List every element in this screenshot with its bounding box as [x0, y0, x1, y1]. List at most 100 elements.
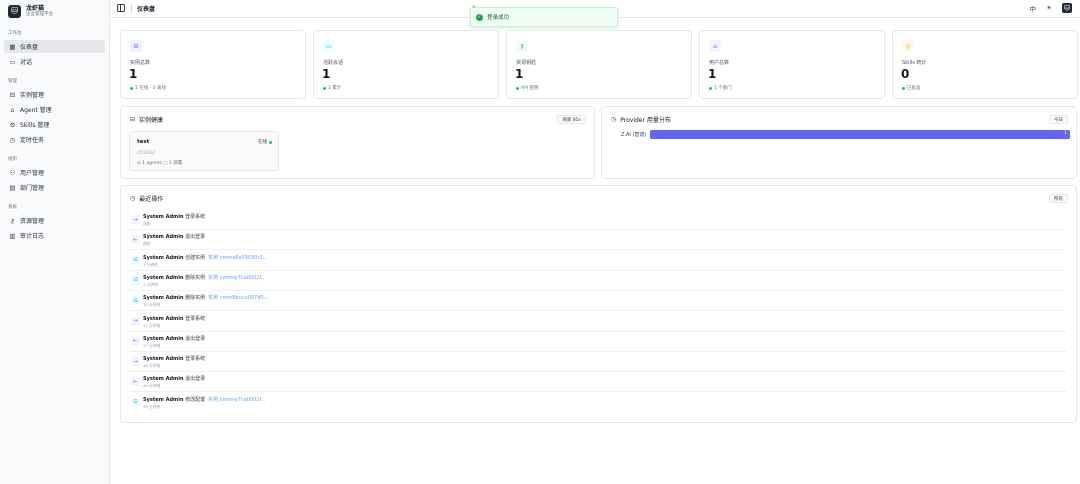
brand-name: 龙虾猫: [26, 4, 45, 12]
operation-target-link[interactable]: 实例 cmm8bucu007d0...: [208, 295, 268, 301]
instance-agents: 1 agents: [142, 161, 162, 166]
stat-label: 活跃会话: [323, 60, 344, 66]
brand[interactable]: 🐱 龙虾猫 企业管理平台: [8, 3, 53, 19]
toast-message: 登录成功: [487, 15, 510, 21]
nav-section-label: 管理: [8, 79, 17, 84]
stat-card[interactable]: ◎ Skills 统计 0 已批准: [892, 30, 1078, 99]
operation-user: System Admin: [143, 254, 184, 261]
sidebar-item[interactable]: ▦ 仪表盘: [4, 40, 105, 53]
login-icon: ⇥: [131, 357, 140, 367]
stat-subtext: 已批准: [902, 85, 921, 91]
stat-card[interactable]: ▭ 活跃会话 1 1 累计: [313, 30, 499, 99]
chat-icon: ▭: [323, 40, 335, 52]
operation-target-link[interactable]: 实例 cmmsy7ca0002f...: [208, 397, 266, 403]
instance-id: cl5181b7: [137, 150, 156, 155]
sidebar-item[interactable]: ⚙ Skills 管理: [4, 118, 105, 131]
sidebar-item[interactable]: ▤ 部门管理: [4, 181, 105, 194]
server-icon: ⊟: [130, 40, 142, 52]
stat-value: 1: [129, 67, 138, 81]
settings-icon: ⊟: [131, 397, 140, 407]
operation-text: System Admin 删除实例 实例 cmmsy7ca0002f...: [143, 274, 266, 281]
operation-action: 修改配置: [185, 396, 206, 403]
building-icon: ▤: [9, 183, 16, 192]
status-dot: [269, 140, 272, 144]
avatar[interactable]: 🐱: [1062, 3, 1072, 13]
bot-icon: ⌂: [10, 105, 15, 114]
bar: 1: [650, 130, 1070, 139]
period-select[interactable]: 今日: [1049, 115, 1068, 124]
operation-user: System Admin: [143, 315, 184, 322]
server-icon: ⊟: [131, 255, 140, 265]
sidebar-item-label: Skills 管理: [20, 122, 50, 129]
sidebar-toggle-icon[interactable]: [117, 4, 125, 12]
stat-card[interactable]: ⌂ 用户总数 1 1 个部门: [699, 30, 885, 99]
sidebar-item[interactable]: ⚇ 用户管理: [4, 166, 105, 179]
operation-text: System Admin 退出登录: [143, 335, 205, 342]
operation-user: System Admin: [143, 376, 184, 383]
instance-meta: ⊙ 1 agents ▢ 1 部署: [137, 160, 182, 166]
instance-card[interactable]: test 在线 cl5181b7 ⊙ 1 agents ▢ 1 部署: [129, 131, 279, 171]
stat-value: 1: [515, 67, 524, 81]
check-icon: ✓: [476, 13, 483, 21]
operation-text: System Admin 登录系统: [143, 213, 205, 220]
status-dot: [323, 86, 326, 90]
brand-subtitle: 企业管理平台: [26, 11, 53, 17]
operation-text: System Admin 退出登录: [143, 233, 205, 240]
sidebar-item-label: 资源管理: [20, 218, 45, 225]
users-icon: ⚇: [9, 168, 16, 177]
operation-time: 刚刚: [143, 221, 151, 226]
operation-action: 登录系统: [185, 356, 206, 363]
stat-value: 0: [901, 67, 910, 81]
toast-success: × ✓ 登录成功: [470, 5, 618, 27]
sidebar-item[interactable]: ⚷ 资源管理: [4, 214, 105, 227]
sidebar-item-label: 用户管理: [20, 170, 45, 177]
stat-subtext: 1 个部门: [709, 85, 732, 91]
sidebar-item[interactable]: ⊟ 实例管理: [4, 88, 105, 101]
divider: [131, 4, 132, 13]
toast-close-icon[interactable]: ×: [472, 5, 476, 10]
provider-usage-card: ◷ Provider 用量分布 今日 Z.AI (智谱) 1: [601, 106, 1077, 179]
operation-action: 退出登录: [185, 335, 206, 342]
stat-subtext: 1 在线 · 0 离线: [130, 85, 166, 91]
logout-icon: ⇤: [131, 336, 140, 346]
sidebar-item[interactable]: ◷ 定时任务: [4, 133, 105, 146]
server-icon: ⊟: [131, 296, 140, 306]
view-all-button[interactable]: 所有: [1049, 194, 1068, 203]
operation-row: ⊟ System Admin 创建实例 实例 cmma8x09030r3... 3 分…: [129, 251, 1067, 271]
instance-status: 在线: [258, 139, 272, 145]
stat-subtext-label: API 密钥: [521, 86, 539, 91]
instance-deploy: 1 部署: [168, 161, 183, 166]
sidebar-item[interactable]: ▥ 审计日志: [4, 229, 105, 242]
refresh-badge[interactable]: 刷新 85s: [557, 115, 586, 124]
operation-target-link[interactable]: 实例 cmma8x09030r3...: [208, 255, 267, 261]
login-icon: ⇥: [131, 316, 140, 326]
theme-toggle-icon[interactable]: ☀: [1046, 4, 1052, 12]
status-dot: [709, 86, 712, 90]
operation-action: 退出登录: [185, 376, 206, 383]
operation-time: 49 分钟前: [143, 403, 161, 409]
sidebar-item[interactable]: ▭ 对话: [4, 55, 105, 68]
stat-card[interactable]: ⊟ 实例总数 1 1 在线 · 0 离线: [120, 30, 306, 99]
instance-name: test: [137, 139, 150, 145]
log-icon: ▥: [9, 231, 16, 240]
operation-user: System Admin: [143, 274, 184, 281]
stat-card[interactable]: ⚷ 资源钥匙 1 API 密钥: [506, 30, 692, 99]
sidebar-item[interactable]: ⌂ Agent 管理: [4, 103, 105, 116]
operation-time: 34 分钟前: [143, 302, 161, 308]
provider-usage-title: Provider 用量分布: [620, 117, 671, 124]
stat-subtext-label: 1 累计: [328, 86, 342, 91]
nav-section-label: 组织: [8, 157, 17, 162]
stat-value: 1: [322, 67, 331, 81]
sidebar-item-label: 部门管理: [20, 185, 45, 192]
operation-action: 登录系统: [185, 315, 206, 322]
stat-subtext: 1 累计: [323, 85, 341, 91]
sidebar-item-label: 实例管理: [20, 92, 45, 99]
operation-target-link[interactable]: 实例 cmmsy7ca0002f...: [208, 275, 266, 281]
operation-time: 48 分钟前: [143, 383, 161, 389]
operation-row: ⇤ System Admin 退出登录 48 分钟前: [129, 372, 1067, 393]
language-icon[interactable]: 中: [1030, 3, 1037, 13]
operation-text: System Admin 登录系统: [143, 355, 205, 362]
operation-action: 删除实例: [185, 295, 206, 302]
logout-icon: ⇤: [131, 377, 140, 387]
operation-text: System Admin 退出登录: [143, 375, 205, 382]
